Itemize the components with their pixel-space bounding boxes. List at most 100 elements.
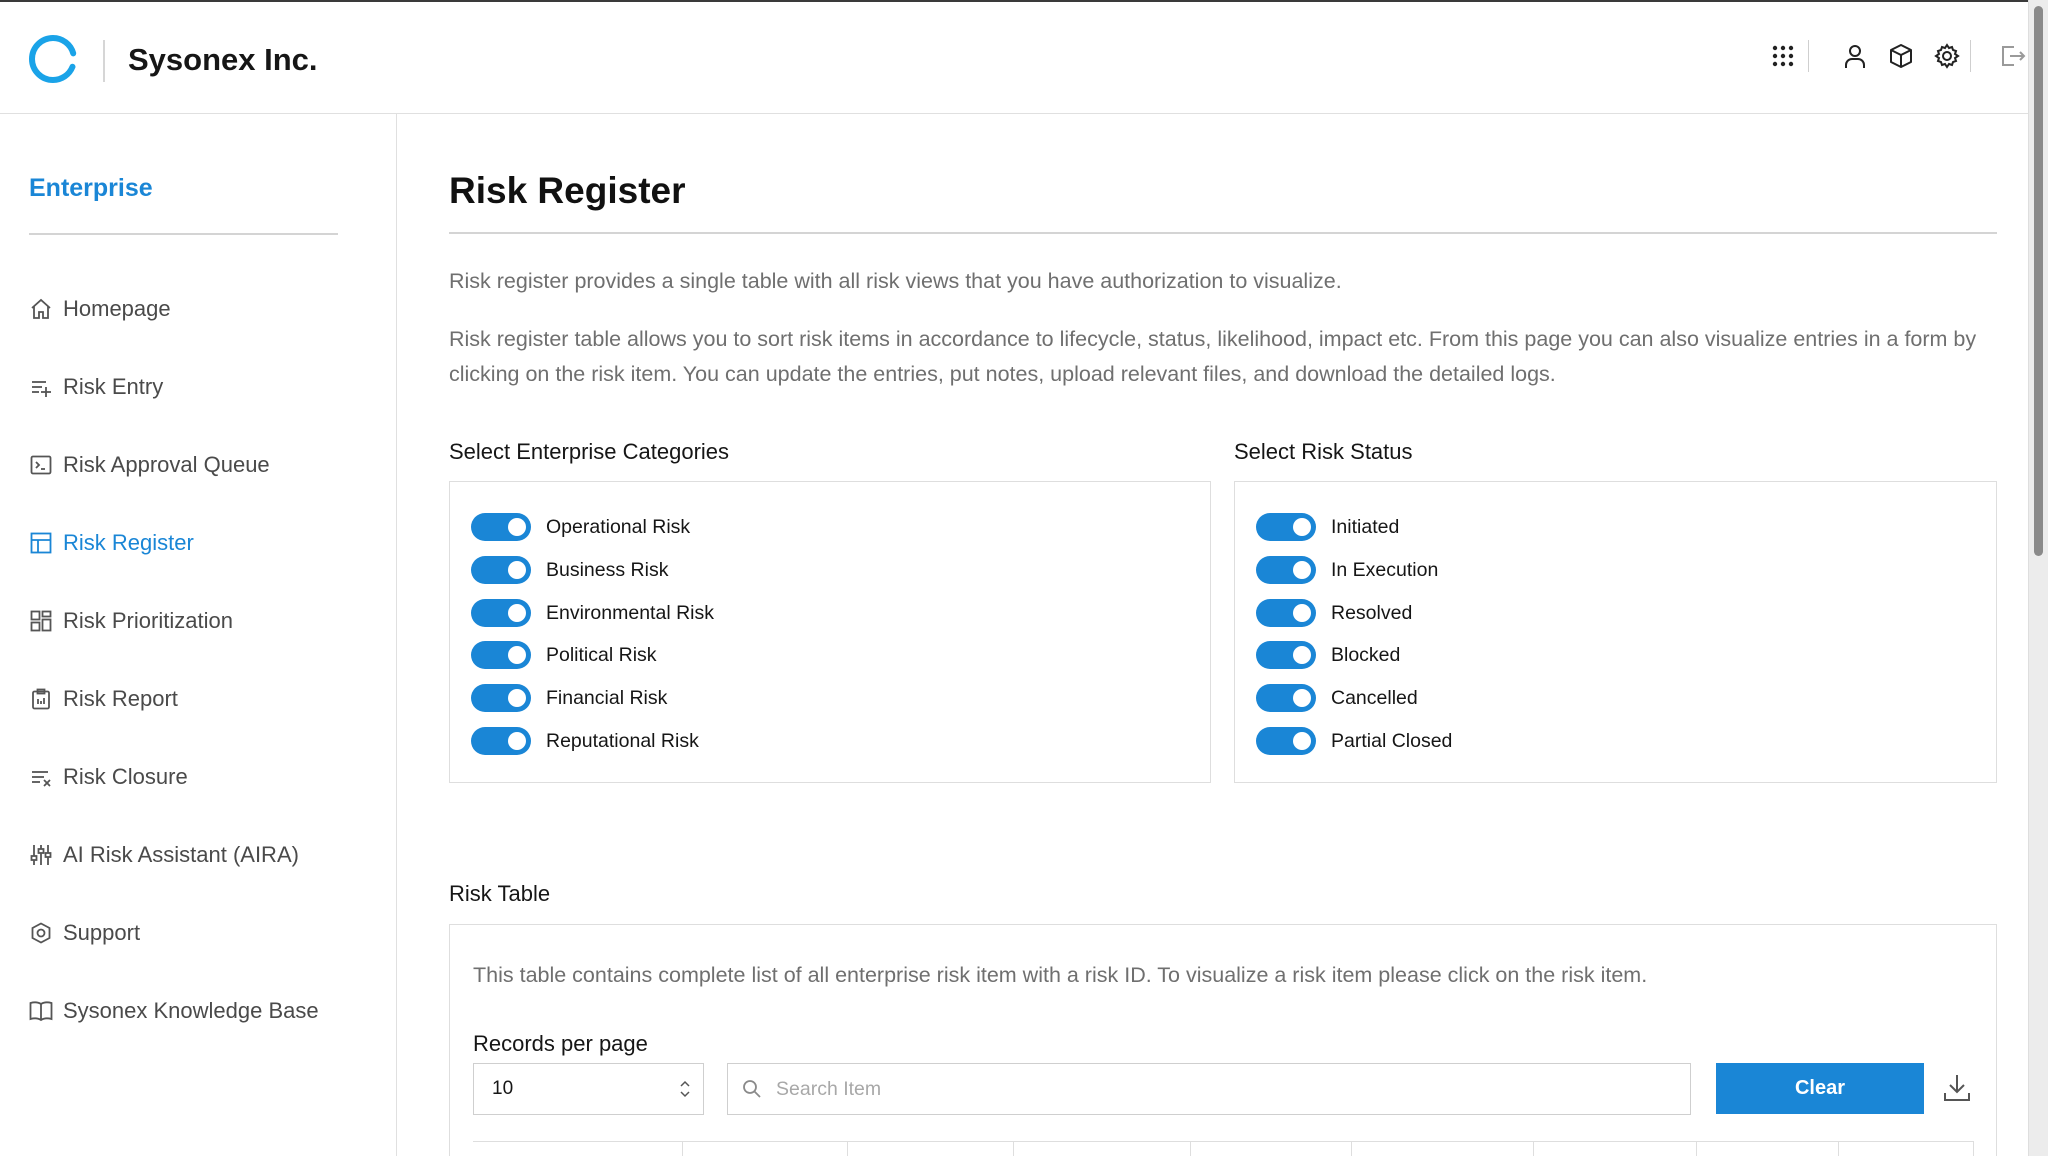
- toggle-label: Cancelled: [1331, 686, 1418, 709]
- table-header-cell: [1839, 1142, 1974, 1156]
- home-icon: [29, 297, 53, 321]
- dashboard-icon: [29, 609, 53, 633]
- sidebar-item-knowledge-base[interactable]: Sysonex Knowledge Base: [29, 972, 319, 1050]
- clear-button[interactable]: Clear: [1716, 1063, 1924, 1114]
- cube-icon[interactable]: [1886, 41, 1916, 71]
- top-header: Sysonex Inc.: [0, 0, 2028, 114]
- sidebar-item-label: Risk Approval Queue: [63, 452, 270, 477]
- sidebar-item-label: Risk Report: [63, 686, 178, 711]
- clipboard-icon: [29, 687, 53, 711]
- status-panel: Initiated In Execution Resolved Blocked …: [1234, 481, 1997, 783]
- toggle-switch[interactable]: [471, 727, 531, 755]
- status-resolved: Resolved: [1256, 598, 1412, 628]
- toggle-label: Resolved: [1331, 601, 1413, 624]
- terminal-icon: [29, 453, 53, 477]
- settings-icon[interactable]: [1932, 41, 1962, 71]
- sidebar-item-risk-entry[interactable]: Risk Entry: [29, 348, 319, 426]
- sidebar-title: Enterprise: [29, 174, 153, 202]
- records-per-page-label: Records per page: [473, 1031, 648, 1056]
- sliders-icon: [29, 843, 53, 867]
- table-header-cell: [1352, 1142, 1534, 1156]
- search-input[interactable]: [774, 1076, 1658, 1102]
- sidebar-item-risk-closure[interactable]: Risk Closure: [29, 738, 319, 816]
- category-business-risk: Business Risk: [471, 555, 668, 585]
- sidebar-item-risk-approval-queue[interactable]: Risk Approval Queue: [29, 426, 319, 504]
- details-text: Risk register table allows you to sort r…: [449, 327, 1977, 386]
- status-blocked: Blocked: [1256, 640, 1400, 670]
- toggle-label: Blocked: [1331, 643, 1401, 666]
- page: Sysonex Inc. Enterprise Homepage Risk En…: [0, 0, 2048, 1156]
- toggle-switch[interactable]: [471, 513, 531, 541]
- book-icon: [29, 999, 53, 1023]
- chevron-updown-icon: [680, 1080, 690, 1098]
- toggle-label: Reputational Risk: [546, 729, 699, 752]
- page-title: Risk Register: [449, 170, 686, 211]
- toggle-switch[interactable]: [471, 556, 531, 584]
- status-cancelled: Cancelled: [1256, 683, 1418, 713]
- sidebar-item-label: Risk Prioritization: [63, 608, 233, 633]
- status-partial-closed: Partial Closed: [1256, 726, 1452, 756]
- download-icon[interactable]: [1940, 1070, 1974, 1106]
- toggle-label: Operational Risk: [546, 515, 691, 538]
- toggle-switch[interactable]: [1256, 641, 1316, 669]
- status-initiated: Initiated: [1256, 512, 1399, 542]
- toggle-label: Initiated: [1331, 515, 1400, 538]
- sidebar-item-risk-register[interactable]: Risk Register: [29, 504, 319, 582]
- toggle-switch[interactable]: [471, 684, 531, 712]
- sidebar-nav: Homepage Risk Entry Risk Approval Queue …: [29, 270, 319, 1050]
- header-divider: [1808, 40, 1809, 72]
- title-divider: [449, 232, 1997, 234]
- sidebar-item-label: Risk Entry: [63, 374, 164, 399]
- table-header-cell: [1191, 1142, 1353, 1156]
- toggle-switch[interactable]: [471, 641, 531, 669]
- search-icon: [743, 1080, 761, 1098]
- logout-icon[interactable]: [1998, 41, 2028, 71]
- sidebar-item-homepage[interactable]: Homepage: [29, 270, 319, 348]
- list-add-icon: [29, 375, 53, 399]
- table-header-cell: [1014, 1142, 1191, 1156]
- category-reputational-risk: Reputational Risk: [471, 726, 699, 756]
- sidebar-item-label: Support: [63, 920, 141, 945]
- table-header-cell: [1697, 1142, 1840, 1156]
- table-header-cell: [848, 1142, 1015, 1156]
- toggle-switch[interactable]: [1256, 513, 1316, 541]
- user-icon[interactable]: [1840, 41, 1870, 71]
- toggle-switch[interactable]: [471, 599, 531, 627]
- records-per-page-select[interactable]: 10: [473, 1063, 704, 1115]
- table-header-cell: [473, 1142, 684, 1156]
- search-field: [727, 1063, 1691, 1115]
- category-environmental-risk: Environmental Risk: [471, 598, 714, 628]
- toggle-switch[interactable]: [1256, 727, 1316, 755]
- risk-table-panel: This table contains complete list of all…: [449, 924, 1997, 1156]
- status-in-execution: In Execution: [1256, 555, 1438, 585]
- page-scrollbar[interactable]: [2028, 0, 2048, 1156]
- sidebar-item-label: Homepage: [63, 296, 171, 321]
- scrollbar-thumb[interactable]: [2034, 6, 2043, 556]
- sidebar-item-risk-report[interactable]: Risk Report: [29, 660, 319, 738]
- table-header-row: [473, 1141, 1974, 1156]
- toggle-label: Political Risk: [546, 643, 657, 666]
- risk-table-label: Risk Table: [449, 881, 551, 906]
- list-remove-icon: [29, 765, 53, 789]
- category-operational-risk: Operational Risk: [471, 512, 690, 542]
- table-header-cell: [1534, 1142, 1698, 1156]
- sidebar-item-label: AI Risk Assistant (AIRA): [63, 842, 299, 867]
- support-icon: [29, 921, 53, 945]
- sidebar-item-risk-prioritization[interactable]: Risk Prioritization: [29, 582, 319, 660]
- toggle-label: Financial Risk: [546, 686, 668, 709]
- toggle-switch[interactable]: [1256, 684, 1316, 712]
- table-icon: [29, 531, 53, 555]
- brand-name: Sysonex Inc.: [128, 42, 318, 77]
- toggle-switch[interactable]: [1256, 556, 1316, 584]
- sidebar-item-support[interactable]: Support: [29, 894, 319, 972]
- toggle-label: Business Risk: [546, 558, 669, 581]
- apps-grid-icon[interactable]: [1768, 41, 1798, 71]
- intro-text: Risk register provides a single table wi…: [449, 269, 1342, 293]
- toggle-switch[interactable]: [1256, 599, 1316, 627]
- brand-divider: [103, 40, 105, 82]
- sidebar: Enterprise Homepage Risk Entry Risk Appr…: [0, 114, 397, 1156]
- sidebar-item-ai-risk-assistant[interactable]: AI Risk Assistant (AIRA): [29, 816, 319, 894]
- sidebar-divider: [29, 233, 338, 235]
- sidebar-item-label: Sysonex Knowledge Base: [63, 998, 319, 1023]
- brand-logo[interactable]: [28, 34, 78, 84]
